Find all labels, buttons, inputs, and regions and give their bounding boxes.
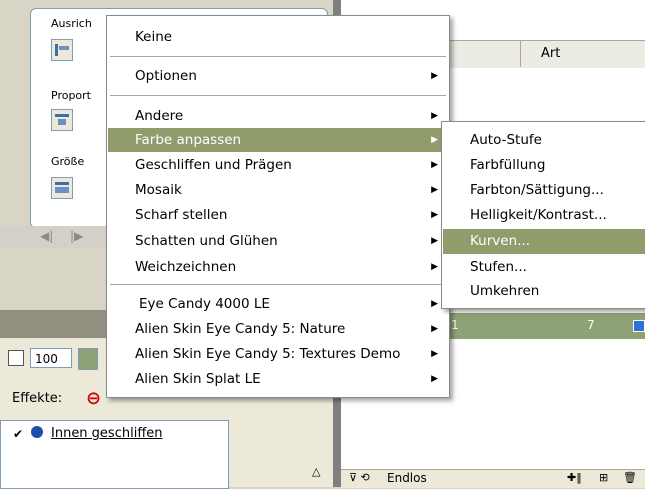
- submenu-arrow-icon: ▶: [431, 135, 438, 145]
- submenu-arrow-icon: ▶: [431, 299, 438, 309]
- submenu-arrow-icon: ▶: [431, 160, 438, 170]
- zoom-dropdown-button[interactable]: [78, 348, 98, 370]
- align-left-button[interactable]: [51, 39, 73, 61]
- align-group-label: Ausrich: [51, 17, 92, 30]
- submenu-arrow-icon: ▶: [431, 236, 438, 246]
- submenu-item-auto-levels[interactable]: Auto-Stufe: [443, 128, 645, 153]
- checkmark-icon[interactable]: ✔: [13, 427, 23, 441]
- collapse-up-icon[interactable]: △: [312, 465, 320, 478]
- frame-number-1: 1: [451, 318, 459, 332]
- submenu-item-brightness-contrast[interactable]: Helligkeit/Kontrast...: [443, 203, 645, 228]
- submenu-item-color-fill[interactable]: Farbfüllung: [443, 153, 645, 178]
- frame-number-7: 7: [587, 318, 595, 332]
- filter-context-menu: Keine Optionen ▶ Andere ▶ Farbe anpassen ▶ …: [106, 15, 450, 398]
- submenu-arrow-icon: ▶: [431, 210, 438, 220]
- size-button[interactable]: [51, 177, 73, 199]
- menu-item-blur[interactable]: Weichzeichnen ▶: [108, 255, 448, 279]
- menu-item-adjust-color[interactable]: Farbe anpassen ▶: [108, 128, 448, 152]
- submenu-arrow-icon: ▶: [431, 349, 438, 359]
- type-column-header[interactable]: Art: [541, 46, 560, 61]
- current-frame-marker[interactable]: [633, 320, 645, 332]
- menu-separator: [110, 95, 446, 96]
- submenu-arrow-icon: ▶: [431, 324, 438, 334]
- menu-item-eye-candy-textures[interactable]: Alien Skin Eye Candy 5: Textures Demo ▶: [108, 342, 448, 366]
- proportion-group-label: Proport: [51, 89, 91, 102]
- loop-label[interactable]: Endlos: [387, 471, 427, 485]
- opacity-icon: [8, 350, 24, 366]
- effects-list: ✔ Innen geschliffen: [0, 420, 229, 489]
- menu-item-options[interactable]: Optionen ▶: [108, 64, 448, 88]
- add-frame-icon[interactable]: ⊞: [599, 471, 608, 484]
- submenu-arrow-icon: ▶: [431, 262, 438, 272]
- proportion-button[interactable]: [51, 109, 73, 131]
- size-group-label: Größe: [51, 155, 85, 168]
- menu-separator: [110, 284, 446, 285]
- submenu-item-levels[interactable]: Stufen...: [443, 255, 645, 280]
- submenu-arrow-icon: ▶: [431, 111, 438, 121]
- trash-icon[interactable]: 🗑: [623, 471, 637, 484]
- distribute-icon[interactable]: ✚‖: [567, 471, 582, 484]
- menu-item-eye-candy-nature[interactable]: Alien Skin Eye Candy 5: Nature ▶: [108, 317, 448, 341]
- submenu-item-curves[interactable]: Kurven...: [443, 229, 645, 254]
- column-divider: [520, 41, 521, 67]
- menu-item-bevel-emboss[interactable]: Geschliffen und Prägen ▶: [108, 153, 448, 177]
- submenu-arrow-icon: ▶: [431, 185, 438, 195]
- menu-item-none[interactable]: Keine: [108, 25, 448, 49]
- effect-item-label[interactable]: Innen geschliffen: [51, 426, 163, 441]
- menu-item-splat[interactable]: Alien Skin Splat LE ▶: [108, 367, 448, 391]
- adjust-color-submenu: Auto-Stufe Farbfüllung Farbton/Sättigung…: [441, 121, 645, 309]
- frames-toolbar: ⊽ ⟲ Endlos ✚‖ ⊞ 🗑: [341, 469, 645, 488]
- menu-item-mosaic[interactable]: Mosaik ▶: [108, 178, 448, 202]
- add-effect-icon[interactable]: ⊖: [86, 388, 101, 409]
- menu-item-eye-candy-4000[interactable]: Eye Candy 4000 LE ▶: [108, 292, 448, 316]
- menu-item-other[interactable]: Andere ▶: [108, 104, 448, 128]
- scroll-left-icon[interactable]: ◀|: [40, 229, 53, 243]
- info-icon: [31, 426, 43, 438]
- submenu-arrow-icon: ▶: [431, 374, 438, 384]
- loop-icon[interactable]: ⊽ ⟲: [349, 471, 370, 484]
- zoom-input[interactable]: 100: [30, 348, 72, 368]
- scroll-right-icon[interactable]: |▶: [70, 229, 83, 243]
- submenu-arrow-icon: ▶: [431, 71, 438, 81]
- submenu-item-invert[interactable]: Umkehren: [443, 279, 645, 304]
- menu-item-sharpen[interactable]: Scharf stellen ▶: [108, 203, 448, 227]
- effects-label: Effekte:: [12, 391, 63, 406]
- submenu-item-hue-saturation[interactable]: Farbton/Sättigung...: [443, 178, 645, 203]
- menu-separator: [110, 56, 446, 57]
- menu-item-shadow-glow[interactable]: Schatten und Glühen ▶: [108, 229, 448, 253]
